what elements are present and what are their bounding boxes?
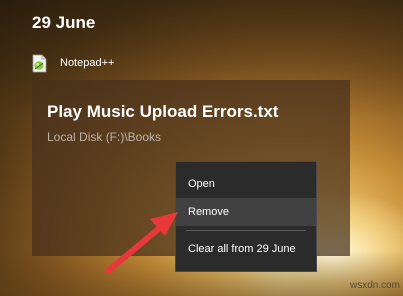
notepad-plus-plus-icon [32, 54, 47, 73]
menu-item-label: Clear all from 29 June [188, 243, 296, 255]
file-path: Local Disk (F:)\Books [47, 130, 162, 144]
file-title: Play Music Upload Errors.txt [47, 102, 279, 121]
menu-item-label: Open [188, 178, 215, 190]
menu-item-remove[interactable]: Remove [176, 198, 316, 226]
menu-item-clear-all[interactable]: Clear all from 29 June [176, 235, 316, 263]
context-menu: Open Remove Clear all from 29 June [175, 161, 317, 272]
date-header: 29 June [32, 13, 96, 32]
watermark: wsxdn.com [350, 280, 401, 291]
menu-item-open[interactable]: Open [176, 170, 316, 198]
menu-item-label: Remove [188, 206, 229, 218]
menu-separator [186, 230, 306, 231]
app-name: Notepad++ [60, 57, 115, 69]
